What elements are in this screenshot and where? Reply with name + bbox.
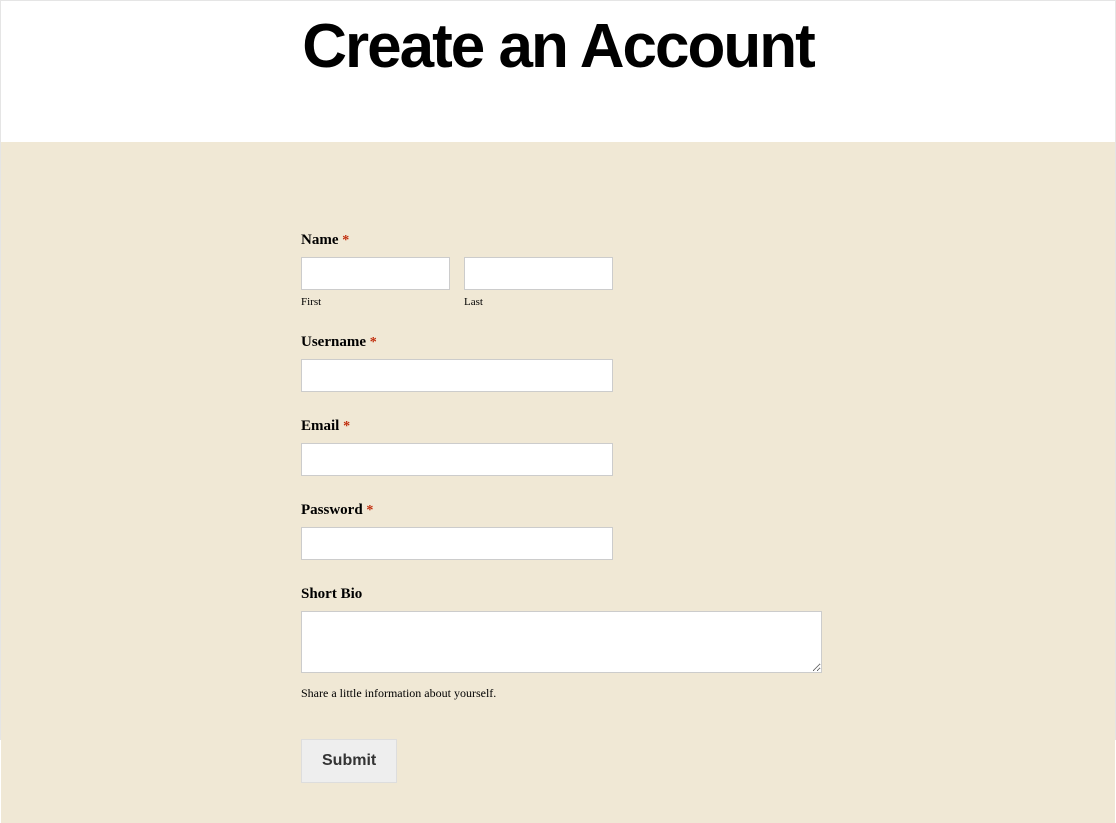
bio-label: Short Bio — [301, 586, 861, 603]
bio-field-group: Short Bio Share a little information abo… — [301, 586, 861, 701]
password-field-group: Password * — [301, 502, 861, 560]
page-title: Create an Account — [1, 11, 1115, 82]
username-field-group: Username * — [301, 334, 861, 392]
page-header: Create an Account — [1, 1, 1115, 142]
first-name-input[interactable] — [301, 257, 450, 290]
required-marker: * — [366, 503, 373, 518]
last-name-input[interactable] — [464, 257, 613, 290]
username-label: Username * — [301, 334, 861, 351]
bio-textarea[interactable] — [301, 611, 822, 673]
form-section: Name * First Last Username * — [1, 142, 1115, 823]
email-label-text: Email — [301, 418, 339, 434]
first-name-sublabel: First — [301, 296, 450, 308]
name-label-text: Name — [301, 232, 339, 248]
username-input[interactable] — [301, 359, 613, 392]
username-label-text: Username — [301, 334, 366, 350]
name-row: First Last — [301, 257, 861, 308]
last-name-col: Last — [464, 257, 613, 308]
required-marker: * — [343, 419, 350, 434]
email-field-group: Email * — [301, 418, 861, 476]
email-input[interactable] — [301, 443, 613, 476]
required-marker: * — [370, 335, 377, 350]
last-name-sublabel: Last — [464, 296, 613, 308]
password-label: Password * — [301, 502, 861, 519]
password-input[interactable] — [301, 527, 613, 560]
name-field-group: Name * First Last — [301, 232, 861, 308]
name-label: Name * — [301, 232, 861, 249]
bio-label-text: Short Bio — [301, 586, 362, 602]
password-label-text: Password — [301, 502, 363, 518]
submit-button[interactable]: Submit — [301, 739, 397, 783]
email-label: Email * — [301, 418, 861, 435]
bio-description: Share a little information about yoursel… — [301, 686, 861, 701]
required-marker: * — [342, 233, 349, 248]
form-container: Name * First Last Username * — [301, 232, 861, 783]
first-name-col: First — [301, 257, 450, 308]
